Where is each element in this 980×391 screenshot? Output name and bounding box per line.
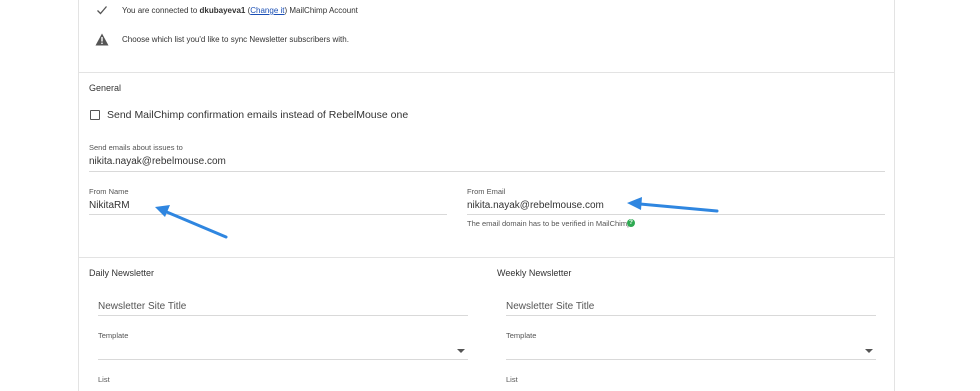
weekly-template-label: Template: [506, 331, 537, 340]
daily-list-label: List: [98, 375, 110, 384]
from-name-field[interactable]: NikitaRM: [89, 200, 130, 211]
connection-prefix: You are connected to: [122, 6, 200, 15]
from-email-field[interactable]: nikita.nayak@rebelmouse.com: [467, 200, 604, 211]
daily-template-select[interactable]: [98, 341, 468, 359]
chevron-down-icon[interactable]: [457, 349, 465, 353]
weekly-newsletter-title: Weekly Newsletter: [497, 268, 572, 278]
warning-icon: [95, 33, 109, 46]
chevron-down-icon[interactable]: [865, 349, 873, 353]
mailchimp-confirmation-checkbox[interactable]: [90, 110, 100, 120]
help-icon[interactable]: ?: [627, 219, 635, 227]
weekly-template-select[interactable]: [506, 341, 876, 359]
issues-email-label: Send emails about issues to: [89, 143, 183, 152]
issues-email-field[interactable]: nikita.nayak@rebelmouse.com: [89, 156, 226, 167]
section-divider: [78, 257, 895, 258]
from-name-underline: [89, 214, 447, 215]
section-divider: [78, 72, 895, 73]
from-name-label: From Name: [89, 187, 129, 196]
change-account-link[interactable]: Change it: [250, 6, 284, 15]
daily-site-title-underline: [98, 315, 468, 316]
annotation-arrow-from-email: [627, 197, 719, 213]
weekly-site-title-input[interactable]: Newsletter Site Title: [506, 301, 594, 312]
account-name: dkubayeva1: [199, 6, 246, 15]
checkmark-icon: [97, 6, 107, 15]
connection-status: You are connected to dkubayeva1 (Change …: [122, 6, 358, 15]
daily-site-title-input[interactable]: Newsletter Site Title: [98, 301, 186, 312]
weekly-template-underline: [506, 359, 876, 360]
annotation-arrow-from-name: [155, 205, 228, 239]
weekly-list-label: List: [506, 375, 518, 384]
general-section-title: General: [89, 83, 122, 93]
connection-suffix: ) MailChimp Account: [284, 6, 358, 15]
weekly-site-title-underline: [506, 315, 876, 316]
mailchimp-confirmation-label[interactable]: Send MailChimp confirmation emails inste…: [107, 109, 408, 121]
daily-template-label: Template: [98, 331, 129, 340]
daily-template-underline: [98, 359, 468, 360]
warning-text: Choose which list you'd like to sync New…: [122, 35, 349, 44]
daily-newsletter-title: Daily Newsletter: [89, 268, 155, 278]
issues-email-underline: [89, 171, 885, 172]
from-email-label: From Email: [467, 187, 506, 196]
from-email-hint: The email domain has to be verified in M…: [467, 219, 632, 228]
